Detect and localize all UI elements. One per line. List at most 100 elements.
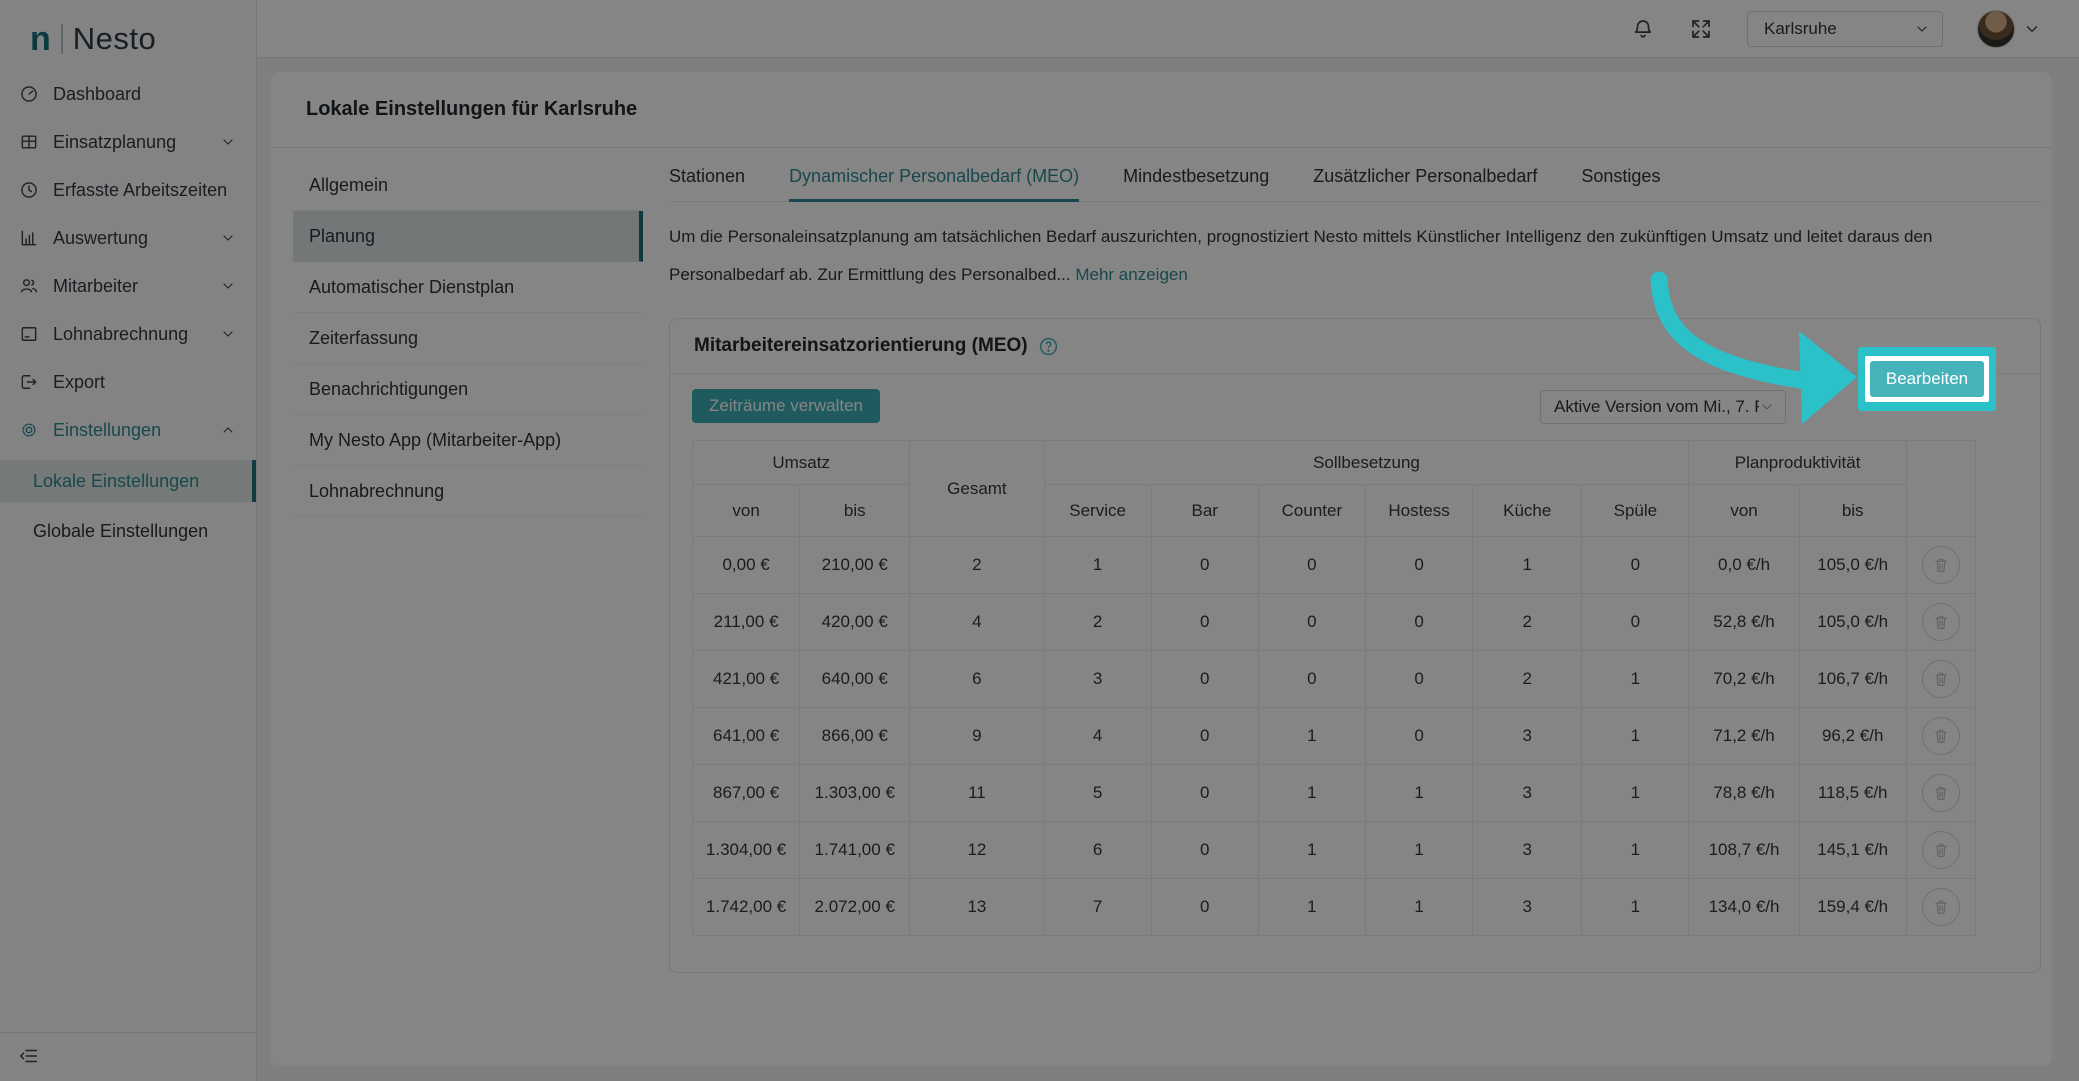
sidebar-item-erfasste-arbeitszeiten[interactable]: Erfasste Arbeitszeiten bbox=[0, 166, 256, 214]
sidebar-item-lohnabrechnung[interactable]: Lohnabrechnung bbox=[0, 310, 256, 358]
cell-gesamt: 4 bbox=[910, 594, 1044, 651]
cell-umsatz-von: 0,00 € bbox=[693, 537, 800, 594]
delete-row-button[interactable] bbox=[1922, 717, 1960, 755]
delete-row-button[interactable] bbox=[1922, 546, 1960, 584]
settings-nav-my-nesto-app[interactable]: My Nesto App (Mitarbeiter-App) bbox=[293, 415, 643, 466]
clock-icon bbox=[19, 180, 39, 200]
edit-button[interactable]: Bearbeiten bbox=[1870, 361, 1984, 397]
cell-bar: 0 bbox=[1151, 537, 1258, 594]
cell-service: 7 bbox=[1044, 879, 1151, 936]
cell-bar: 0 bbox=[1151, 765, 1258, 822]
chevron-down-icon bbox=[220, 134, 236, 150]
cell-plan-bis: 145,1 €/h bbox=[1799, 822, 1906, 879]
meo-table-body: 0,00 € 210,00 € 2 1 0 0 0 1 0 0,0 €/h bbox=[693, 537, 1976, 936]
cell-service: 5 bbox=[1044, 765, 1151, 822]
settings-nav-allgemein[interactable]: Allgemein bbox=[293, 160, 643, 211]
location-select[interactable]: Karlsruhe bbox=[1747, 11, 1943, 47]
meo-heading: Mitarbeitereinsatzorientierung (MEO) bbox=[694, 335, 1028, 357]
col-umsatz-bis: bis bbox=[800, 485, 910, 537]
cell-hostess: 0 bbox=[1365, 651, 1472, 708]
subnav-item-label: Lokale Einstellungen bbox=[33, 471, 199, 492]
bell-icon[interactable] bbox=[1631, 17, 1655, 41]
col-gesamt: Gesamt bbox=[910, 441, 1044, 537]
settings-subnav: Lokale Einstellungen Globale Einstellung… bbox=[0, 460, 256, 552]
sidebar-item-einsatzplanung[interactable]: Einsatzplanung bbox=[0, 118, 256, 166]
sidebar-item-label: Auswertung bbox=[53, 228, 206, 249]
sidebar-item-einstellungen[interactable]: Einstellungen bbox=[0, 406, 256, 454]
col-hostess: Hostess bbox=[1365, 485, 1472, 537]
tab-mindestbesetzung[interactable]: Mindestbesetzung bbox=[1123, 166, 1269, 201]
tab-stationen[interactable]: Stationen bbox=[669, 166, 745, 201]
col-group-planproduktivitaet: Planproduktivität bbox=[1689, 441, 1906, 485]
delete-row-button[interactable] bbox=[1922, 603, 1960, 641]
fullscreen-icon[interactable] bbox=[1689, 17, 1713, 41]
sidebar-item-label: Mitarbeiter bbox=[53, 276, 206, 297]
table-row: 1.742,00 € 2.072,00 € 13 7 0 1 1 3 1 1 bbox=[693, 879, 1976, 936]
sidebar-item-mitarbeiter[interactable]: Mitarbeiter bbox=[0, 262, 256, 310]
version-select[interactable]: Aktive Version vom Mi., 7. Feb... bbox=[1540, 390, 1786, 424]
logo-name: Nesto bbox=[73, 21, 156, 57]
cell-plan-von: 134,0 €/h bbox=[1689, 879, 1799, 936]
question-circle-icon[interactable] bbox=[1038, 336, 1059, 357]
people-icon bbox=[19, 276, 39, 296]
delete-row-button[interactable] bbox=[1922, 660, 1960, 698]
profile-menu[interactable] bbox=[1977, 10, 2041, 48]
manage-periods-button[interactable]: Zeiträume verwalten bbox=[692, 389, 880, 423]
sidebar-item-label: Lohnabrechnung bbox=[53, 324, 206, 345]
cell-umsatz-von: 867,00 € bbox=[693, 765, 800, 822]
settings-nav-automatischer-dienstplan[interactable]: Automatischer Dienstplan bbox=[293, 262, 643, 313]
tab-description: Um die Personaleinsatzplanung am tatsäch… bbox=[669, 218, 2041, 294]
sidebar-item-export[interactable]: Export bbox=[0, 358, 256, 406]
cell-gesamt: 11 bbox=[910, 765, 1044, 822]
cell-service: 4 bbox=[1044, 708, 1151, 765]
chevron-down-icon bbox=[1759, 399, 1775, 415]
settings-nav-lohnabrechnung[interactable]: Lohnabrechnung bbox=[293, 466, 643, 517]
delete-row-button[interactable] bbox=[1922, 888, 1960, 926]
table-row: 421,00 € 640,00 € 6 3 0 0 0 2 1 70,2 € bbox=[693, 651, 1976, 708]
tab-sonstiges[interactable]: Sonstiges bbox=[1581, 166, 1660, 201]
cell-plan-bis: 96,2 €/h bbox=[1799, 708, 1906, 765]
table-row: 211,00 € 420,00 € 4 2 0 0 0 2 0 52,8 € bbox=[693, 594, 1976, 651]
chevron-down-icon bbox=[220, 326, 236, 342]
cell-plan-bis: 105,0 €/h bbox=[1799, 594, 1906, 651]
description-text: Um die Personaleinsatzplanung am tatsäch… bbox=[669, 227, 1932, 284]
delete-row-button[interactable] bbox=[1922, 774, 1960, 812]
show-more-link[interactable]: Mehr anzeigen bbox=[1075, 265, 1187, 284]
col-umsatz-von: von bbox=[693, 485, 800, 537]
cell-umsatz-bis: 2.072,00 € bbox=[800, 879, 910, 936]
settings-nav-benachrichtigungen[interactable]: Benachrichtigungen bbox=[293, 364, 643, 415]
collapse-sidebar-icon[interactable] bbox=[18, 1045, 40, 1067]
cell-umsatz-bis: 866,00 € bbox=[800, 708, 910, 765]
table-row: 1.304,00 € 1.741,00 € 12 6 0 1 1 3 1 1 bbox=[693, 822, 1976, 879]
table-row: 867,00 € 1.303,00 € 11 5 0 1 1 3 1 78, bbox=[693, 765, 1976, 822]
tab-dynamischer-personalbedarf[interactable]: Dynamischer Personalbedarf (MEO) bbox=[789, 166, 1079, 201]
sidebar-item-label: Export bbox=[53, 372, 236, 393]
cell-plan-von: 71,2 €/h bbox=[1689, 708, 1799, 765]
cell-kueche: 3 bbox=[1473, 879, 1582, 936]
main-panel: Stationen Dynamischer Personalbedarf (ME… bbox=[669, 160, 2041, 973]
nesto-logo: n Nesto bbox=[0, 0, 256, 62]
cell-plan-von: 78,8 €/h bbox=[1689, 765, 1799, 822]
cell-spuele: 1 bbox=[1582, 651, 1689, 708]
planning-grid-icon bbox=[19, 132, 39, 152]
cell-gesamt: 13 bbox=[910, 879, 1044, 936]
sidebar-item-dashboard[interactable]: Dashboard bbox=[0, 70, 256, 118]
sidebar-item-auswertung[interactable]: Auswertung bbox=[0, 214, 256, 262]
delete-row-button[interactable] bbox=[1922, 831, 1960, 869]
chevron-down-icon bbox=[220, 230, 236, 246]
cell-plan-von: 108,7 €/h bbox=[1689, 822, 1799, 879]
settings-nav-planung[interactable]: Planung bbox=[293, 211, 643, 262]
sidebar-item-globale-einstellungen[interactable]: Globale Einstellungen bbox=[0, 510, 256, 552]
cell-plan-bis: 118,5 €/h bbox=[1799, 765, 1906, 822]
gear-icon bbox=[19, 420, 39, 440]
cell-spuele: 1 bbox=[1582, 879, 1689, 936]
sidebar-item-lokale-einstellungen[interactable]: Lokale Einstellungen bbox=[0, 460, 256, 502]
cell-hostess: 1 bbox=[1365, 822, 1472, 879]
cell-bar: 0 bbox=[1151, 594, 1258, 651]
tab-zusaetzlicher-personalbedarf[interactable]: Zusätzlicher Personalbedarf bbox=[1313, 166, 1537, 201]
cell-counter: 1 bbox=[1258, 708, 1365, 765]
version-select-value: Aktive Version vom Mi., 7. Feb... bbox=[1554, 397, 1759, 417]
cell-service: 6 bbox=[1044, 822, 1151, 879]
trash-icon bbox=[1932, 898, 1950, 916]
settings-nav-zeiterfassung[interactable]: Zeiterfassung bbox=[293, 313, 643, 364]
